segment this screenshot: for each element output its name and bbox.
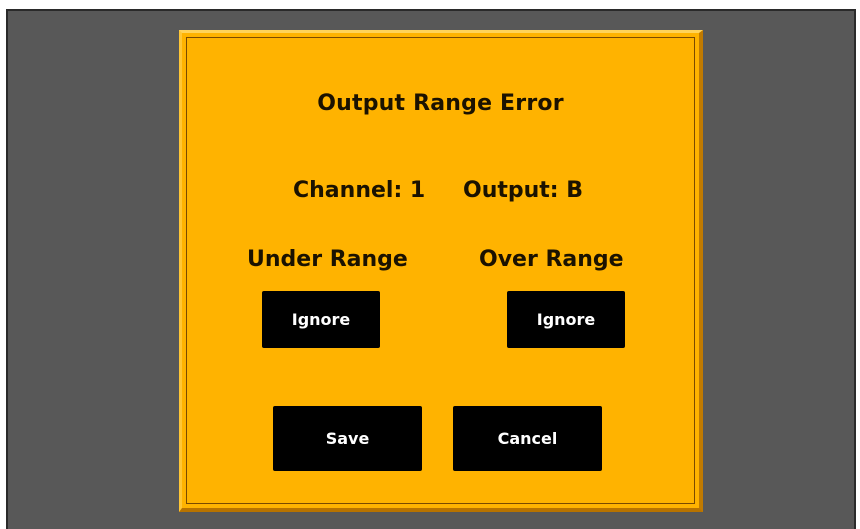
over-range-ignore-button[interactable]: Ignore [507,291,625,348]
under-range-ignore-button[interactable]: Ignore [262,291,380,348]
screen-background: Output Range Error Channel: 1 Output: B … [6,9,856,529]
channel-output-line: Channel: 1 Output: B [182,178,699,208]
cancel-button[interactable]: Cancel [453,406,602,471]
output-range-error-dialog: Output Range Error Channel: 1 Output: B … [179,30,703,512]
under-range-label: Under Range [247,247,408,272]
dialog-title: Output Range Error [317,91,564,116]
over-range-label: Over Range [479,247,624,272]
output-text: Output: B [463,178,584,203]
save-button[interactable]: Save [273,406,422,471]
channel-text: Channel: 1 [293,178,426,203]
